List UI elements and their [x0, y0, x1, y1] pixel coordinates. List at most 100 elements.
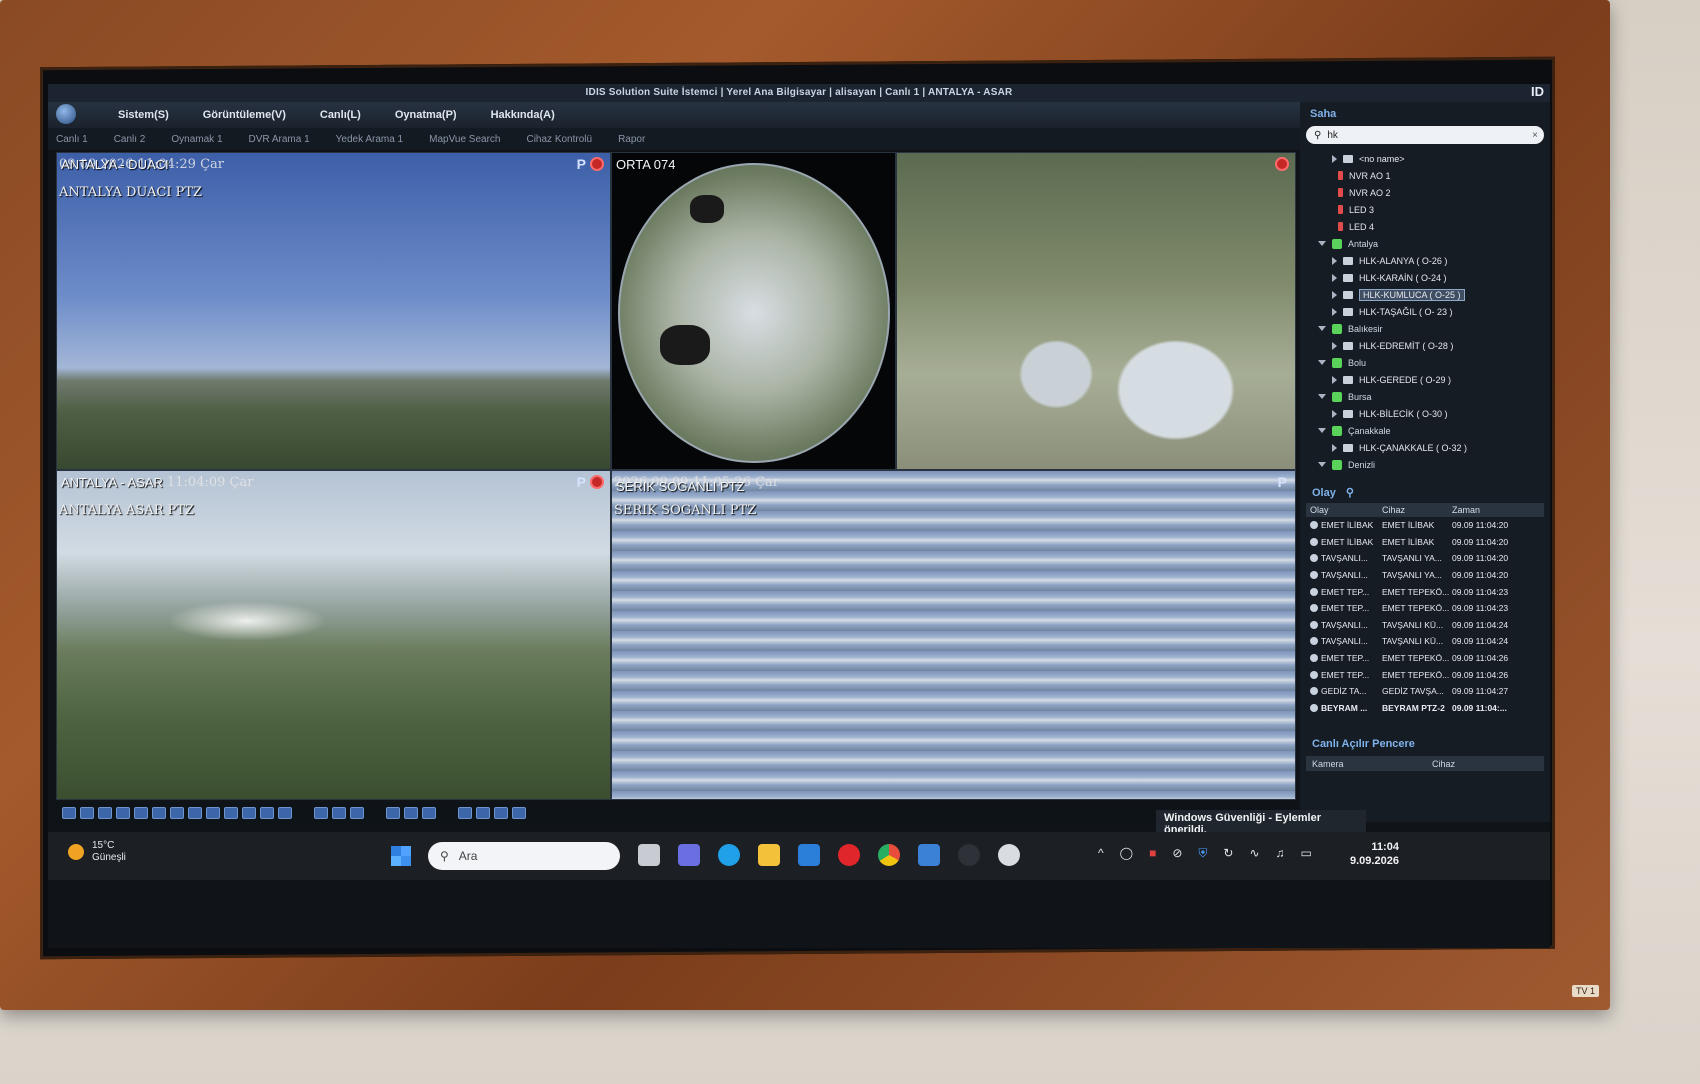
chevron-down-icon[interactable] — [1318, 462, 1326, 467]
chevron-down-icon[interactable] — [1318, 360, 1326, 365]
camera-tile-orta-074[interactable]: ORTA 074 — [611, 152, 896, 470]
tree-item[interactable]: HLK-GEREDE ( O-29 ) — [1318, 371, 1550, 388]
layout-1p5-icon[interactable] — [152, 807, 166, 819]
column-device[interactable]: Cihaz — [1432, 759, 1532, 769]
tree-item[interactable]: NVR AO 1 — [1318, 167, 1550, 184]
event-row[interactable]: EMET TEP... EMET TEPEKÖ... 09.09 11:04:23 — [1306, 600, 1544, 617]
tree-item[interactable]: HLK-ÇANAKKALE ( O-32 ) — [1318, 439, 1550, 456]
tree-item[interactable]: HLK-ALANYA ( O-26 ) — [1318, 252, 1550, 269]
tree-group[interactable]: Antalya — [1318, 235, 1550, 252]
volume-icon[interactable]: ♫ — [1276, 846, 1285, 861]
opera-icon[interactable] — [838, 844, 860, 866]
ptz-badge[interactable]: P — [1278, 474, 1287, 490]
event-row[interactable]: BEYRAM ... BEYRAM PTZ-2 09.09 11:04:... — [1306, 700, 1544, 717]
mail-icon[interactable] — [798, 844, 820, 866]
event-row[interactable]: EMET TEP... EMET TEPEKÖ... 09.09 11:04:23 — [1306, 583, 1544, 600]
tree-item[interactable]: NVR AO 2 — [1318, 184, 1550, 201]
app-icon[interactable] — [918, 844, 940, 866]
events-search-icon[interactable]: ⚲ — [1346, 486, 1354, 499]
event-row[interactable]: EMET İLİBAK EMET İLİBAK 09.09 11:04:20 — [1306, 517, 1544, 534]
column-camera[interactable]: Kamera — [1312, 759, 1432, 769]
layout-custom-icon[interactable] — [260, 807, 274, 819]
sync-icon[interactable]: ↻ — [1223, 846, 1233, 861]
chevron-up-icon[interactable]: ^ — [1098, 846, 1104, 861]
event-row[interactable]: TAVŞANLI... TAVŞANLI KÜ... 09.09 11:04:24 — [1306, 633, 1544, 650]
record-icon[interactable] — [590, 157, 604, 171]
app-logo-icon[interactable] — [56, 104, 76, 124]
menu-live[interactable]: Canlı(L) — [320, 109, 361, 121]
menu-system[interactable]: Sistem(S) — [118, 109, 169, 121]
wifi-icon[interactable]: ∿ — [1249, 846, 1259, 861]
tree-group[interactable]: Bursa — [1318, 388, 1550, 405]
chevron-right-icon[interactable] — [1332, 256, 1337, 265]
event-row[interactable]: EMET İLİBAK EMET İLİBAK 09.09 11:04:20 — [1306, 534, 1544, 551]
tab-dvr-search-1[interactable]: DVR Arama 1 — [249, 134, 310, 145]
layout-3x3-icon[interactable] — [98, 807, 112, 819]
chevron-right-icon[interactable] — [1332, 273, 1337, 282]
mic-icon[interactable] — [476, 807, 490, 819]
tree-group[interactable]: Balıkesir — [1318, 320, 1550, 337]
next-page-icon[interactable] — [350, 807, 364, 819]
teams-icon[interactable] — [678, 844, 700, 866]
layout-3p4-icon[interactable] — [224, 807, 238, 819]
sequence-icon[interactable] — [332, 807, 346, 819]
event-row[interactable]: EMET TEP... EMET TEPEKÖ... 09.09 11:04:26 — [1306, 650, 1544, 667]
windows-start-icon[interactable] — [391, 846, 411, 866]
layout-5x5-icon[interactable] — [134, 807, 148, 819]
taskbar-search-input[interactable]: ⚲ Ara — [428, 842, 620, 870]
tab-live-2[interactable]: Canlı 2 — [114, 134, 146, 145]
ptz-control-icon[interactable] — [422, 807, 436, 819]
network-globe-icon[interactable] — [998, 844, 1020, 866]
weather-widget[interactable]: 15°C Güneşli — [68, 840, 126, 864]
chevron-down-icon[interactable] — [1318, 326, 1326, 331]
tree-group[interactable]: Bolu — [1318, 354, 1550, 371]
chevron-right-icon[interactable] — [1332, 307, 1337, 316]
tree-item[interactable]: HLK-EDREMİT ( O-28 ) — [1318, 337, 1550, 354]
clear-search-icon[interactable]: × — [1532, 130, 1538, 141]
chevron-down-icon[interactable] — [1318, 428, 1326, 433]
tab-report[interactable]: Rapor — [618, 134, 645, 145]
tree-item[interactable]: HLK-BİLECİK ( O-30 ) — [1318, 405, 1550, 422]
tab-backup-search-1[interactable]: Yedek Arama 1 — [336, 134, 403, 145]
menu-playback[interactable]: Oynatma(P) — [395, 109, 457, 121]
tree-item[interactable]: LED 3 — [1318, 201, 1550, 218]
layout-fisheye-icon[interactable] — [278, 807, 292, 819]
chevron-right-icon[interactable] — [1332, 341, 1337, 350]
chevron-down-icon[interactable] — [1318, 394, 1326, 399]
record-icon[interactable] — [1275, 157, 1289, 171]
camera-tile-asar[interactable]: 11:04:09 Çar ANTALYA - ASAR ANTALYA ASAR… — [56, 470, 611, 800]
edge-icon[interactable] — [718, 844, 740, 866]
settings-icon[interactable] — [512, 807, 526, 819]
layout-1p12-icon[interactable] — [188, 807, 202, 819]
camera-tile-serik-soganli[interactable]: 2026.09.09 11:05:26 Çar SERIK SOGANLI PT… — [611, 470, 1296, 800]
chevron-right-icon[interactable] — [1332, 375, 1337, 384]
event-row[interactable]: GEDİZ TA... GEDİZ TAVŞA... 09.09 11:04:27 — [1306, 683, 1544, 700]
file-explorer-icon[interactable] — [758, 844, 780, 866]
chevron-down-icon[interactable] — [1318, 241, 1326, 246]
column-event[interactable]: Olay — [1310, 505, 1382, 515]
event-row[interactable]: EMET TEP... EMET TEPEKÖ... 09.09 11:04:26 — [1306, 666, 1544, 683]
tree-item[interactable]: <no name> — [1318, 150, 1550, 167]
tree-group[interactable]: Çanakkale — [1318, 422, 1550, 439]
menu-view[interactable]: Görüntüleme(V) — [203, 109, 286, 121]
ptz-badge[interactable]: P — [577, 474, 586, 490]
layout-wide-icon[interactable] — [242, 807, 256, 819]
prev-page-icon[interactable] — [314, 807, 328, 819]
snapshot-icon[interactable] — [386, 807, 400, 819]
column-device[interactable]: Cihaz — [1382, 505, 1452, 515]
battery-icon[interactable]: ▭ — [1301, 846, 1312, 861]
taskbar-clock[interactable]: 11:04 9.09.2026 — [1350, 840, 1399, 868]
tab-mapvue-search[interactable]: MapVue Search — [429, 134, 500, 145]
layout-4x4-icon[interactable] — [116, 807, 130, 819]
idis-client-icon[interactable] — [958, 844, 980, 866]
event-row[interactable]: TAVŞANLI... TAVŞANLI KÜ... 09.09 11:04:24 — [1306, 617, 1544, 634]
notification-off-icon[interactable]: ⊘ — [1172, 846, 1182, 861]
chevron-right-icon[interactable] — [1332, 409, 1337, 418]
layout-2x2-icon[interactable] — [80, 807, 94, 819]
fullscreen-icon[interactable] — [404, 807, 418, 819]
chevron-right-icon[interactable] — [1332, 443, 1337, 452]
camera-tile-duaci[interactable]: 09.09.2026 11:04:29 Çar ANTALYA - DUACI … — [56, 152, 611, 470]
column-time[interactable]: Zaman — [1452, 505, 1532, 515]
tab-device-control[interactable]: Cihaz Kontrolü — [526, 134, 592, 145]
camera-tile-aerial[interactable] — [896, 152, 1296, 470]
